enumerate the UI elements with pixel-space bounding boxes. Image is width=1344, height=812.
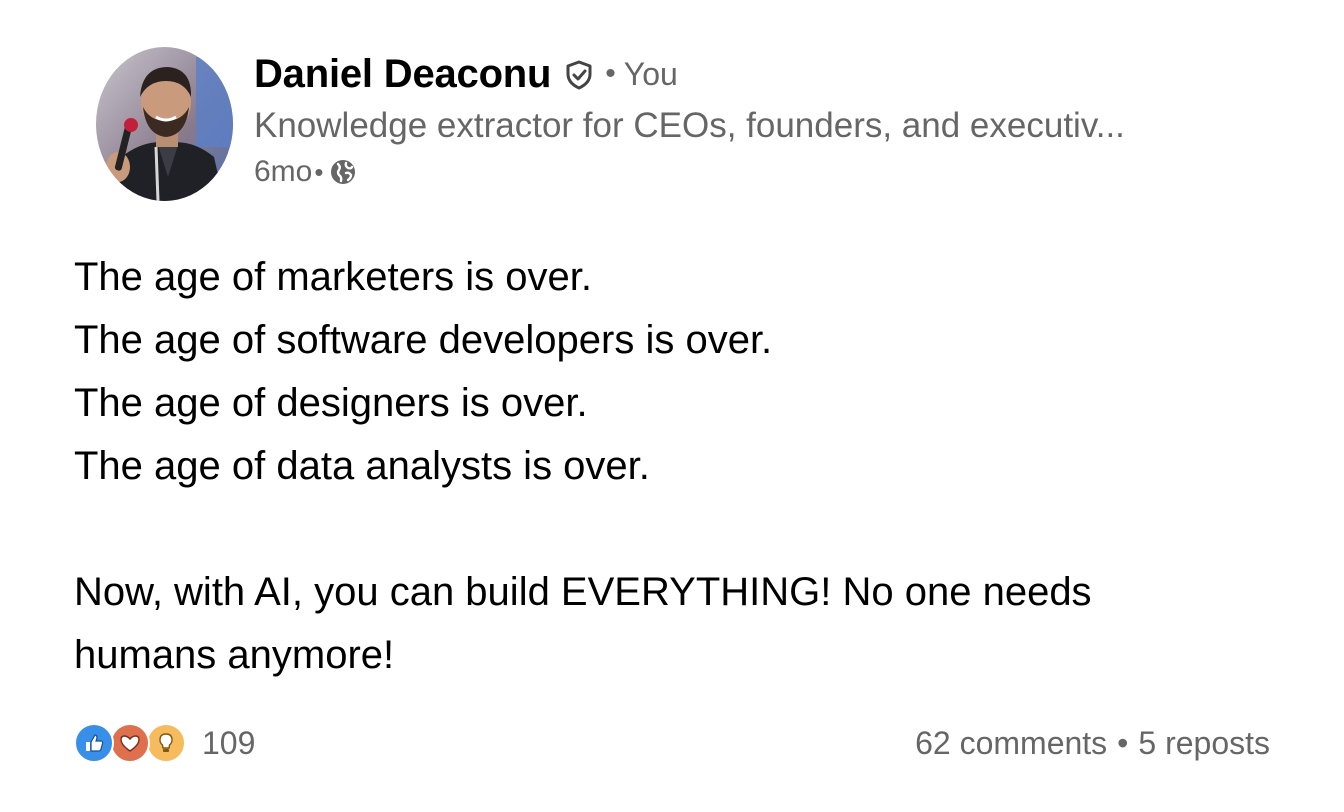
post-text: The age of marketers is over. The age of… (74, 246, 1294, 687)
author-info: Daniel Deaconu • You Knowledge extractor… (254, 52, 1314, 192)
post-line: The age of data analysts is over. (74, 444, 650, 488)
reposts-count[interactable]: 5 reposts (1138, 725, 1270, 762)
post-meta: 6mo • (254, 152, 1314, 192)
reaction-count: 109 (202, 724, 256, 761)
comments-count[interactable]: 62 comments (915, 725, 1107, 762)
post-line: The age of software developers is over. (74, 318, 773, 362)
author-avatar[interactable] (96, 47, 233, 201)
post-paragraph: Now, with AI, you can build EVERYTHING! … (74, 561, 1294, 687)
meta-separator: • (314, 156, 324, 187)
feed-post: Daniel Deaconu • You Knowledge extractor… (0, 0, 1344, 812)
post-line: humans anymore! (74, 633, 395, 677)
verified-shield-icon (563, 59, 595, 91)
love-icon (110, 723, 150, 763)
engagement-separator: • (1117, 724, 1129, 761)
degree-separator: • (605, 57, 616, 90)
post-line: Now, with AI, you can build EVERYTHING! … (74, 570, 1092, 614)
reactions-summary[interactable]: 109 (74, 721, 255, 765)
post-line: The age of designers is over. (74, 381, 588, 425)
connection-degree: You (623, 55, 678, 92)
post-age: 6mo (254, 155, 313, 188)
author-name[interactable]: Daniel Deaconu (254, 52, 551, 97)
like-icon (74, 723, 114, 763)
profile-photo-image (96, 47, 233, 201)
author-headline[interactable]: Knowledge extractor for CEOs, founders, … (254, 104, 1254, 148)
insightful-icon (146, 723, 186, 763)
social-counts: 109 62 comments • 5 reposts (74, 718, 1270, 768)
globe-icon (329, 158, 357, 186)
author-name-row: Daniel Deaconu • You (254, 52, 1314, 96)
engagement-counts: 62 comments • 5 reposts (915, 725, 1270, 762)
reaction-icons (74, 721, 192, 765)
post-line: The age of marketers is over. (74, 255, 593, 299)
